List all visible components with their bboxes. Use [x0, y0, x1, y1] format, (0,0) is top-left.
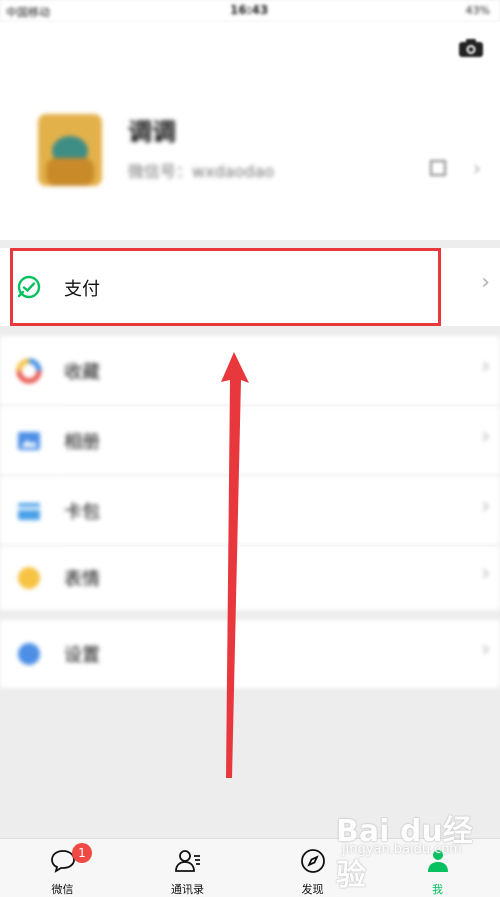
qr-code-icon[interactable] — [430, 160, 446, 176]
chevron-right-icon: › — [481, 637, 490, 662]
settings-gear-icon — [18, 643, 40, 665]
carrier-label: 中国移动 — [6, 6, 50, 19]
menu-item-cards[interactable]: 卡包 › — [0, 476, 500, 545]
settings-label: 设置 — [64, 645, 100, 666]
chevron-right-icon: › — [481, 354, 490, 379]
baidu-watermark: Bai du经验 jingyan.baidu.com — [336, 806, 486, 893]
menu-item-favorites[interactable]: 收藏 › — [0, 336, 500, 405]
album-icon — [18, 432, 40, 450]
status-time: 16:43 — [230, 3, 269, 17]
favorites-icon — [16, 358, 42, 384]
tab-chats[interactable]: 1 微信 — [0, 839, 125, 897]
album-label: 相册 — [64, 432, 100, 453]
chevron-right-icon: › — [481, 424, 490, 449]
profile-header: 调调 微信号：wxdaodao › — [0, 22, 500, 240]
tab-contacts-label: 通讯录 — [171, 883, 204, 896]
watermark-url: jingyan.baidu.com — [342, 842, 462, 857]
profile-wechat-id: 微信号：wxdaodao — [128, 162, 275, 181]
profile-nickname: 调调 — [128, 118, 176, 146]
menu-item-stickers[interactable]: 表情 › — [0, 546, 500, 610]
cards-icon — [18, 503, 40, 520]
menu-item-album[interactable]: 相册 › — [0, 406, 500, 475]
stickers-label: 表情 — [64, 569, 100, 590]
contacts-icon — [174, 850, 200, 872]
camera-icon[interactable] — [458, 38, 484, 58]
avatar[interactable] — [38, 114, 102, 186]
tab-contacts[interactable]: 通讯录 — [125, 839, 250, 897]
unread-badge: 1 — [72, 843, 92, 863]
chevron-right-icon: › — [473, 156, 481, 180]
battery-label: 43% — [465, 4, 490, 17]
compass-icon — [300, 849, 325, 873]
tab-chats-label: 微信 — [51, 883, 74, 896]
sticker-smile-icon — [18, 567, 40, 589]
favorites-label: 收藏 — [64, 362, 100, 383]
highlight-box — [10, 248, 441, 326]
chevron-right-icon: › — [481, 494, 490, 519]
chevron-right-icon: › — [481, 270, 490, 295]
chevron-right-icon: › — [481, 561, 490, 586]
menu-item-settings[interactable]: 设置 › — [0, 620, 500, 688]
status-bar: 中国移动 16:43 43% — [0, 0, 500, 22]
cards-label: 卡包 — [64, 502, 100, 523]
